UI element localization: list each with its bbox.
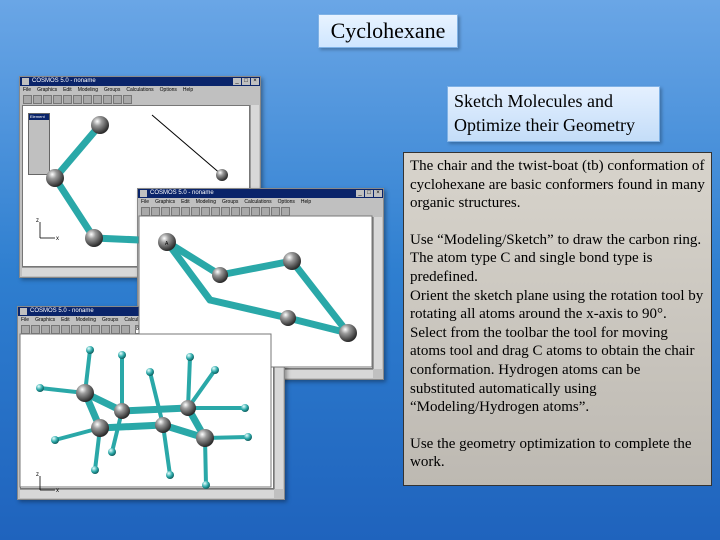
carbon-atom — [85, 229, 103, 247]
carbon-atom — [216, 169, 228, 181]
rotation-line — [151, 114, 223, 176]
sketch-molecule — [46, 114, 228, 247]
carbon-atom — [91, 116, 109, 134]
carbon-atom — [46, 169, 64, 187]
molecule-drawings — [46, 114, 228, 247]
